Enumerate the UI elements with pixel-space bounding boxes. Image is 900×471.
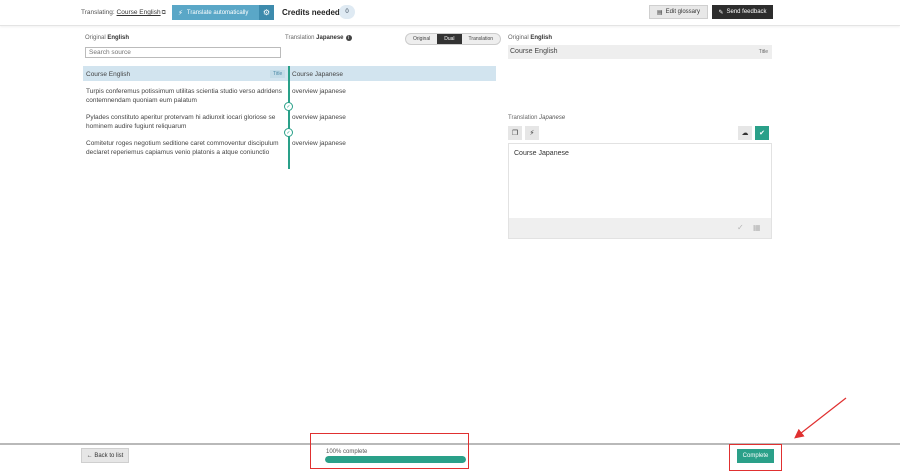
- complete-highlight-box: [729, 444, 782, 471]
- send-feedback-button[interactable]: ✎ Send feedback: [712, 5, 773, 19]
- upload-button[interactable]: ☁: [738, 126, 752, 140]
- copy-source-button[interactable]: ❐: [508, 126, 522, 140]
- title-tag: Title: [270, 70, 286, 78]
- confirm-translation-button[interactable]: ✔: [755, 126, 769, 140]
- auto-translate-segment-button[interactable]: ⚡: [525, 126, 539, 140]
- segment-target[interactable]: overview japanese: [292, 87, 346, 96]
- translate-automatically-label: Translate automatically: [186, 9, 249, 16]
- progress-highlight-box: [310, 433, 469, 469]
- lightning-icon: ⚡: [529, 130, 535, 137]
- credits-badge: 0: [339, 5, 355, 19]
- original-label: Original: [85, 35, 106, 41]
- glossary-icon: ▤: [656, 9, 663, 16]
- editor-source-value: Course English: [510, 48, 558, 55]
- segment-target[interactable]: overview japanese: [292, 113, 346, 122]
- course-link[interactable]: Course English: [117, 9, 161, 16]
- edit-glossary-label: Edit glossary: [665, 9, 701, 15]
- translating-info: Translating: Course English⧉: [81, 9, 166, 17]
- gear-icon: ⚙: [262, 8, 271, 17]
- segment-source[interactable]: Turpis conferemus potissimum utilitas sc…: [86, 87, 286, 105]
- check-icon: ✓: [284, 102, 293, 111]
- editor-source-tag: Title: [758, 49, 768, 55]
- editor-translation-header: Translation Japanese: [508, 115, 565, 121]
- translation-language: Japanese: [316, 35, 344, 41]
- segment-source[interactable]: Comitetur roges negotium seditione caret…: [86, 139, 286, 157]
- editor-original-label: Original: [508, 35, 529, 41]
- cloud-upload-icon: ☁: [741, 130, 749, 137]
- segment-target[interactable]: overview japanese: [292, 139, 346, 148]
- segment-divider-line: [288, 66, 290, 169]
- view-mode-original[interactable]: Original: [406, 34, 437, 44]
- send-feedback-label: Send feedback: [726, 9, 767, 15]
- credits-needed-label: Credits needed: [282, 8, 340, 17]
- spellcheck-icon[interactable]: ✓: [737, 223, 744, 232]
- original-language: English: [107, 35, 130, 41]
- view-mode-translation[interactable]: Translation: [462, 34, 501, 44]
- editor-footer: ✓ ▦: [509, 218, 771, 238]
- translate-automatically-button[interactable]: ⚡ Translate automatically: [172, 5, 259, 20]
- info-icon[interactable]: i: [345, 35, 352, 41]
- check-icon: ✔: [759, 130, 765, 137]
- editor-translation-label: Translation: [508, 115, 538, 121]
- auto-translate-settings-button[interactable]: ⚙: [259, 5, 274, 20]
- lightning-icon: ⚡: [178, 9, 183, 17]
- original-column-header: Original English: [85, 35, 129, 41]
- pencil-icon: ✎: [718, 9, 724, 16]
- external-link-icon[interactable]: ⧉: [162, 10, 166, 16]
- editor-source-text: Course English Title: [508, 45, 772, 59]
- view-mode-toggle: Original Dual Translation: [405, 33, 502, 45]
- copy-icon: ❐: [511, 130, 519, 137]
- segment-source[interactable]: Course English: [86, 70, 286, 79]
- calculator-icon[interactable]: ▦: [753, 223, 761, 232]
- view-mode-dual[interactable]: Dual: [437, 34, 462, 44]
- translation-label: Translation: [285, 35, 315, 41]
- check-icon: ✓: [284, 128, 293, 137]
- translating-label: Translating:: [81, 9, 115, 16]
- editor-original-header: Original English: [508, 35, 552, 41]
- translation-editor-text[interactable]: Course Japanese: [514, 150, 569, 157]
- editor-original-language: English: [530, 35, 553, 41]
- segment-target[interactable]: Course Japanese: [292, 70, 343, 79]
- segment-source[interactable]: Pylades constituto aperitur protervam hi…: [86, 113, 286, 131]
- translation-column-header: Translation Japanese i: [285, 35, 352, 41]
- edit-glossary-button[interactable]: ▤ Edit glossary: [649, 5, 708, 19]
- editor-translation-language: Japanese: [539, 115, 566, 121]
- translation-editor[interactable]: Course Japanese ✓ ▦: [508, 143, 772, 239]
- back-to-list-button[interactable]: ← Back to list: [81, 448, 129, 463]
- search-source-input[interactable]: [85, 47, 281, 58]
